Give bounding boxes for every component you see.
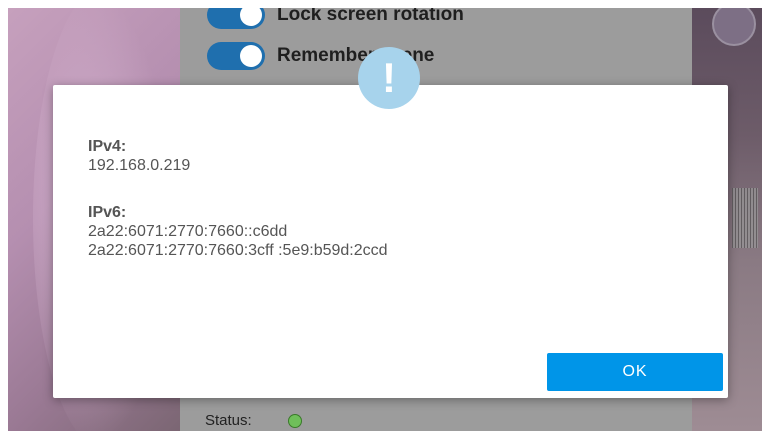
status-label: Status: <box>205 412 252 429</box>
status-row: Status: <box>205 412 302 429</box>
left-margin <box>0 0 8 431</box>
ok-button[interactable]: OK <box>547 353 723 391</box>
ip-address-dialog: IPv4: 192.168.0.219 IPv6: 2a22:6071:2770… <box>53 85 728 398</box>
status-indicator-icon <box>287 413 302 428</box>
dialog-content: IPv4: 192.168.0.219 IPv6: 2a22:6071:2770… <box>88 137 388 260</box>
ipv4-address: 192.168.0.219 <box>88 157 191 174</box>
ipv6-address: 2a22:6071:2770:7660:3cff :5e9:b59d:2ccd <box>88 242 388 259</box>
ipv4-label: IPv4: <box>88 138 127 155</box>
ipv6-address: 2a22:6071:2770:7660::c6dd <box>88 223 288 240</box>
avatar <box>712 2 756 46</box>
ipv6-label: IPv6: <box>88 204 127 221</box>
remember-scene-toggle[interactable] <box>207 42 265 70</box>
exclamation-icon: ! <box>358 47 420 109</box>
striped-texture <box>732 188 758 248</box>
top-margin <box>0 0 762 8</box>
